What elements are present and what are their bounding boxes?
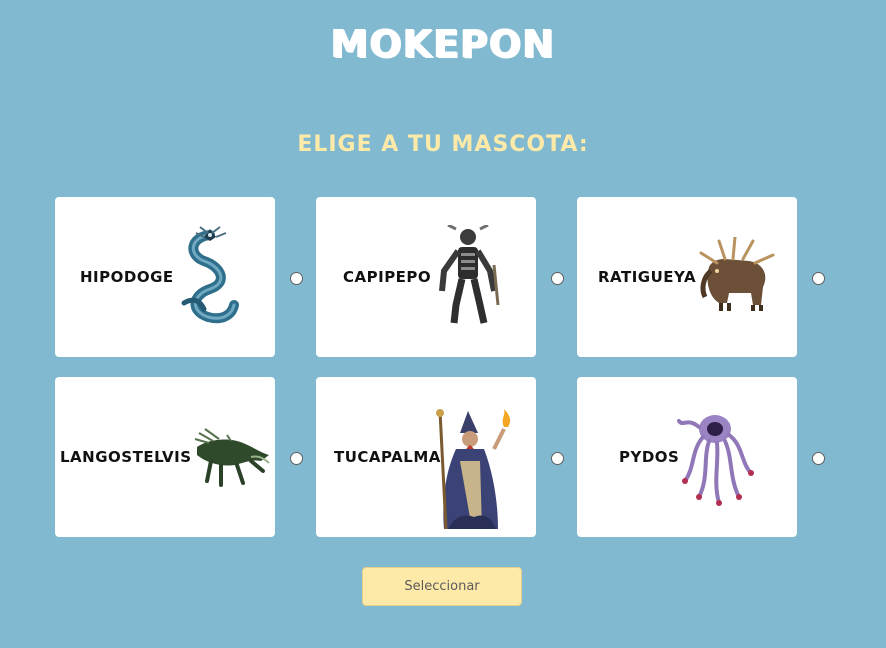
select-pet-button[interactable]: Seleccionar: [362, 567, 522, 606]
pet-name-label: CAPIPEPO: [343, 268, 432, 286]
pet-name-label: LANGOSTELVIS: [60, 448, 192, 466]
pet-selection-prompt: ELIGE A TU MASCOTA:: [297, 132, 589, 157]
pet-card-tucapalma[interactable]: TUCAPALMA: [316, 377, 564, 537]
pet-card-langostelvis[interactable]: LANGOSTELVIS: [55, 377, 303, 537]
pet-radio-pydos[interactable]: [812, 452, 825, 465]
skeleton-warrior-icon: [439, 225, 500, 324]
pet-name-label: HIPODOGE: [80, 268, 174, 286]
pet-card-hipodoge[interactable]: HIPODOGE: [55, 197, 303, 357]
horned-beast-icon: [699, 237, 775, 311]
pet-card-pydos[interactable]: PYDOS: [577, 377, 825, 537]
pet-name-label: TUCAPALMA: [334, 448, 441, 466]
tentacle-creature-icon: [677, 415, 754, 506]
pet-radio-capipepo[interactable]: [551, 272, 564, 285]
pet-card-ratigueya[interactable]: RATIGUEYA: [577, 197, 825, 357]
wizard-icon: [436, 409, 511, 530]
serpent-dragon-icon: [181, 226, 239, 324]
pet-radio-hipodoge[interactable]: [290, 272, 303, 285]
pet-name-label: RATIGUEYA: [598, 268, 697, 286]
pet-card-capipepo[interactable]: CAPIPEPO: [316, 197, 564, 357]
pet-radio-langostelvis[interactable]: [290, 452, 303, 465]
pet-radio-tucapalma[interactable]: [551, 452, 564, 465]
page-title: MOKEPON: [330, 22, 556, 66]
sea-crawler-icon: [194, 428, 270, 487]
pet-radio-ratigueya[interactable]: [812, 272, 825, 285]
pet-name-label: PYDOS: [619, 448, 680, 466]
